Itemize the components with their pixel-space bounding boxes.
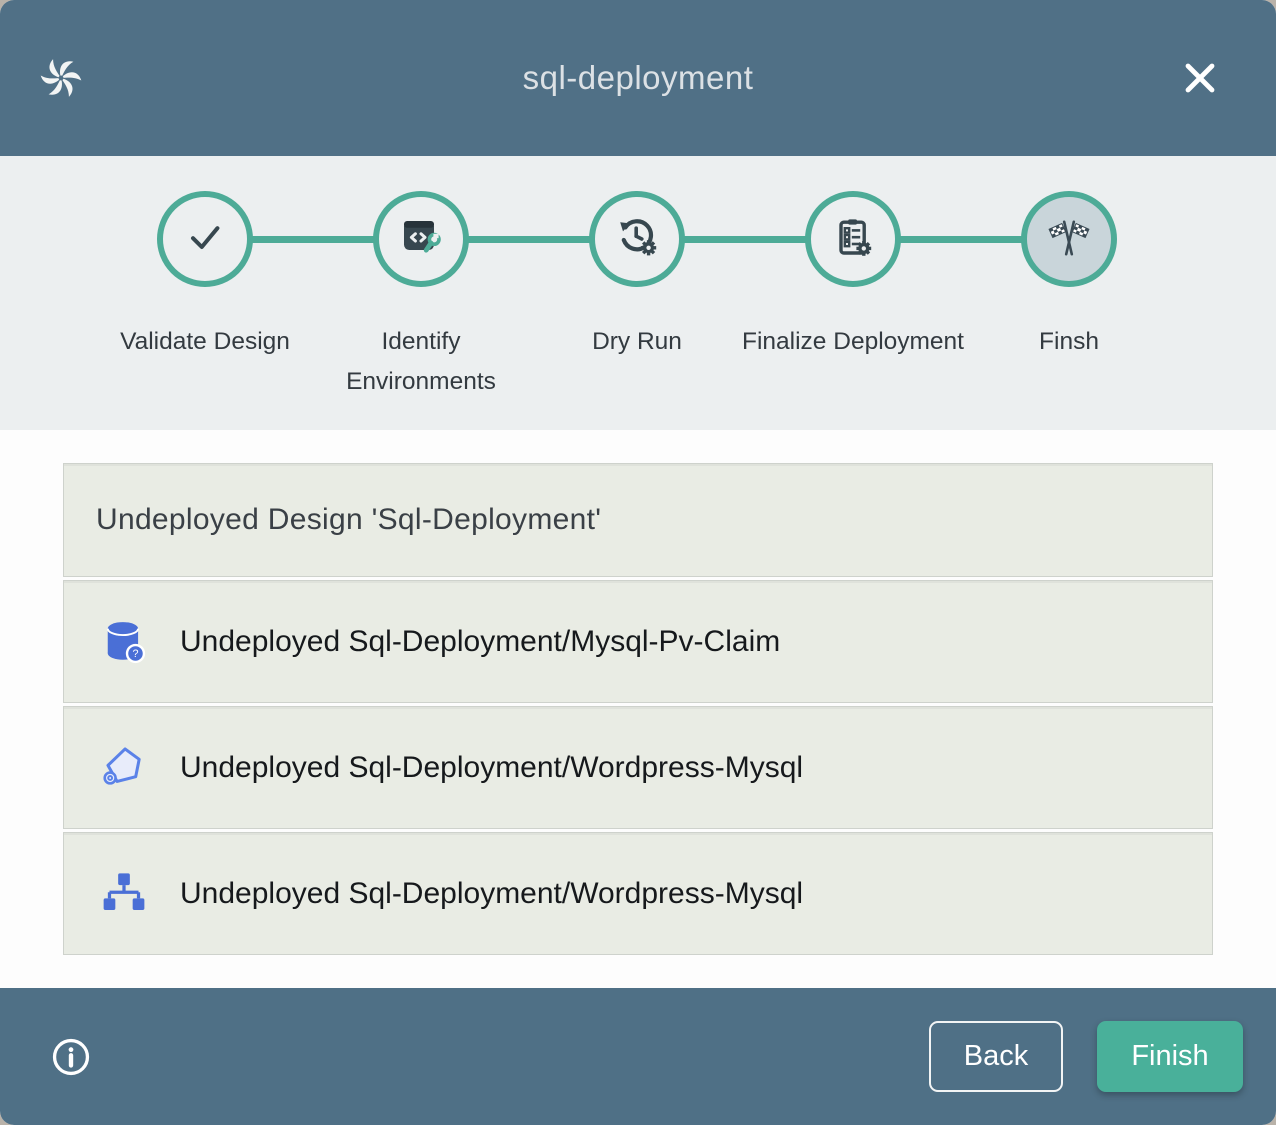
wizard-stepper: Validate Design Identify Environments: [0, 156, 1276, 430]
code-wrench-icon: [397, 213, 445, 266]
list-item-text: Undeployed Sql-Deployment/Wordpress-Mysq…: [180, 751, 803, 785]
sql-deployment-modal: sql-deployment Validate Design: [0, 0, 1276, 1125]
finish-button[interactable]: Finish: [1097, 1021, 1243, 1092]
close-icon[interactable]: [1176, 54, 1224, 102]
info-icon[interactable]: [50, 1036, 92, 1078]
service-tree-icon: [98, 868, 150, 920]
check-icon: [181, 213, 229, 266]
modal-title: sql-deployment: [523, 59, 754, 97]
step-identify-environments[interactable]: [373, 191, 469, 287]
svg-text:?: ?: [132, 648, 138, 660]
step-label: Validate Design: [90, 322, 320, 362]
list-item-text: Undeployed Sql-Deployment/Mysql-Pv-Claim: [180, 625, 780, 659]
app-swirl-logo-icon: [34, 51, 88, 105]
step-label: Identify Environments: [306, 322, 536, 402]
results-header: Undeployed Design 'Sql-Deployment': [63, 463, 1213, 577]
step-label: Finsh: [954, 322, 1184, 362]
modal-footer: Back Finish: [0, 988, 1276, 1125]
step-finalize-deployment[interactable]: [805, 191, 901, 287]
deployment-results-list: Undeployed Design 'Sql-Deployment' ? Und…: [63, 463, 1213, 958]
back-button[interactable]: Back: [929, 1021, 1063, 1092]
step-validate-design[interactable]: [157, 191, 253, 287]
step-label: Dry Run: [522, 322, 752, 362]
step-dry-run[interactable]: [589, 191, 685, 287]
checkered-flags-icon: [1045, 213, 1093, 266]
clipboard-gear-icon: [829, 213, 877, 266]
history-gear-icon: [613, 213, 661, 266]
list-item-text: Undeployed Sql-Deployment/Wordpress-Mysq…: [180, 877, 803, 911]
list-item: ? Undeployed Sql-Deployment/Mysql-Pv-Cla…: [63, 580, 1213, 703]
step-label: Finalize Deployment: [738, 322, 968, 362]
results-header-text: Undeployed Design 'Sql-Deployment': [96, 503, 601, 537]
list-item: Undeployed Sql-Deployment/Wordpress-Mysq…: [63, 706, 1213, 829]
list-item: Undeployed Sql-Deployment/Wordpress-Mysq…: [63, 832, 1213, 955]
database-icon: ?: [98, 616, 150, 668]
step-finish[interactable]: [1021, 191, 1117, 287]
pod-icon: [98, 742, 150, 794]
modal-header: sql-deployment: [0, 0, 1276, 156]
